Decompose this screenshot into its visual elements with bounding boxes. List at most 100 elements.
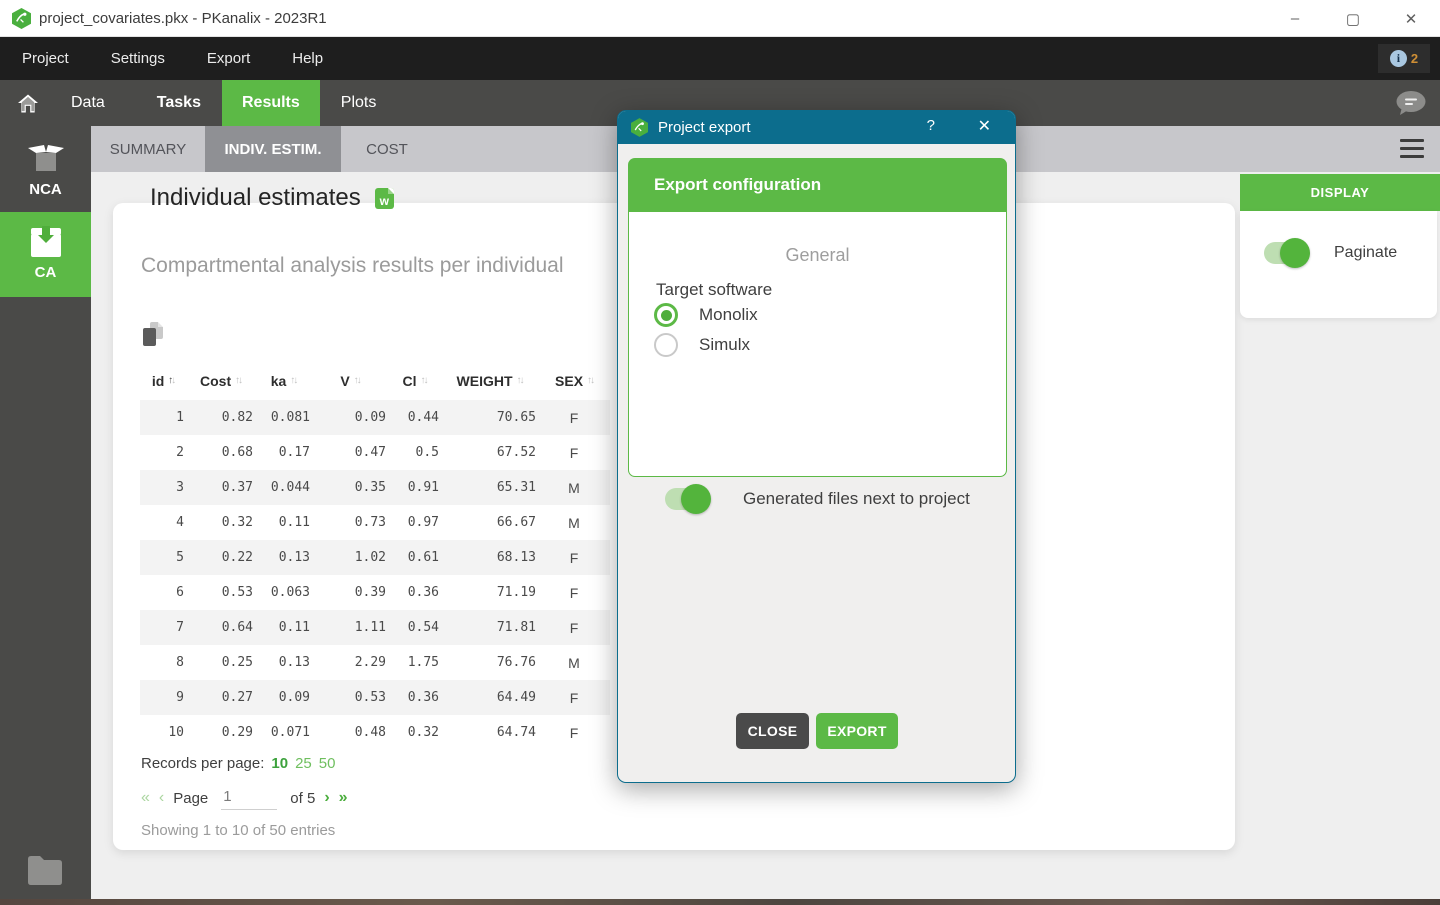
tab-tasks[interactable]: Tasks <box>137 80 221 126</box>
pagination: Records per page: 10 25 50 « ‹ Page of 5… <box>141 755 348 839</box>
prev-page-button[interactable]: ‹ <box>159 789 164 807</box>
generated-files-toggle[interactable] <box>665 488 709 510</box>
table-row: 40.320.110.730.9766.67M <box>140 505 610 540</box>
notifications-badge[interactable]: i 2 <box>1378 44 1430 73</box>
table-cell: 1.75 <box>388 645 441 680</box>
closed-box-icon <box>29 226 63 258</box>
table-cell: 71.19 <box>441 575 538 610</box>
table-cell: 7 <box>140 610 186 645</box>
general-section-label: General <box>629 245 1006 266</box>
menu-help[interactable]: Help <box>292 50 323 67</box>
last-page-button[interactable]: » <box>339 789 348 807</box>
table-cell: 0.11 <box>255 610 312 645</box>
subtab-summary[interactable]: SUMMARY <box>91 126 205 172</box>
desktop-edge <box>0 899 1440 905</box>
table-cell: 0.09 <box>255 680 312 715</box>
table-cell: 0.61 <box>388 540 441 575</box>
export-word-icon[interactable]: w <box>375 188 394 209</box>
paginate-toggle[interactable] <box>1264 242 1308 264</box>
table-cell: 0.53 <box>186 575 255 610</box>
project-folder-button[interactable] <box>26 853 64 885</box>
entries-summary: Showing 1 to 10 of 50 entries <box>141 822 348 839</box>
sort-arrows-icon: ↑↓ <box>168 375 174 386</box>
menu-export[interactable]: Export <box>207 50 250 67</box>
table-cell: 64.74 <box>441 715 538 750</box>
menu-settings[interactable]: Settings <box>111 50 165 67</box>
table-cell: 66.67 <box>441 505 538 540</box>
table-cell: 1 <box>140 400 186 435</box>
next-page-button[interactable]: › <box>324 789 329 807</box>
radio-simulx-label: Simulx <box>699 335 750 355</box>
minimize-button[interactable]: – <box>1266 0 1324 37</box>
menu-bar: Project Settings Export Help i 2 <box>0 37 1440 80</box>
table-cell: 0.68 <box>186 435 255 470</box>
table-cell: 0.32 <box>186 505 255 540</box>
sort-arrows-icon: ↑↓ <box>420 375 426 386</box>
window-title: project_covariates.pkx - PKanalix - 2023… <box>39 10 327 27</box>
records-option-50[interactable]: 50 <box>319 755 336 772</box>
column-header-cl[interactable]: Cl ↑↓ <box>388 362 441 400</box>
table-cell: 10 <box>140 715 186 750</box>
home-button[interactable] <box>18 80 38 126</box>
panel-menu-button[interactable] <box>1400 139 1424 163</box>
table-cell: 0.09 <box>312 400 388 435</box>
sidebar-item-nca[interactable]: NCA <box>0 133 91 212</box>
column-header-id[interactable]: id ↑↓ <box>140 362 186 400</box>
subtab-indiv-estim[interactable]: INDIV. ESTIM. <box>205 126 341 172</box>
dialog-help-button[interactable]: ? <box>927 117 935 134</box>
radio-simulx[interactable]: Simulx <box>654 333 750 357</box>
table-cell: 76.76 <box>441 645 538 680</box>
radio-monolix[interactable]: Monolix <box>654 303 758 327</box>
table-cell: 4 <box>140 505 186 540</box>
records-option-25[interactable]: 25 <box>295 755 312 772</box>
dialog-close-icon[interactable]: ✕ <box>978 116 991 136</box>
tab-data[interactable]: Data <box>51 80 125 126</box>
table-cell: F <box>538 575 610 610</box>
open-box-icon <box>28 145 64 175</box>
analysis-sidebar: NCA CA <box>0 126 91 899</box>
feedback-button[interactable] <box>1395 90 1426 117</box>
column-header-v[interactable]: V ↑↓ <box>312 362 388 400</box>
page-label: Page <box>173 790 208 807</box>
column-header-ka[interactable]: ka ↑↓ <box>255 362 312 400</box>
export-button[interactable]: EXPORT <box>816 713 898 749</box>
speech-bubble-icon <box>1395 90 1426 117</box>
close-button[interactable]: ✕ <box>1382 0 1440 37</box>
copy-table-button[interactable] <box>143 322 165 346</box>
table-cell: M <box>538 470 610 505</box>
column-header-sex[interactable]: SEX ↑↓ <box>538 362 610 400</box>
tab-plots[interactable]: Plots <box>321 80 397 126</box>
info-icon: i <box>1390 50 1407 67</box>
maximize-button[interactable]: ▢ <box>1324 0 1382 37</box>
table-row: 30.370.0440.350.9165.31M <box>140 470 610 505</box>
table-cell: 71.81 <box>441 610 538 645</box>
table-cell: M <box>538 505 610 540</box>
table-cell: 0.32 <box>388 715 441 750</box>
sidebar-item-label: CA <box>35 264 57 281</box>
first-page-button[interactable]: « <box>141 789 150 807</box>
paginate-toggle-label: Paginate <box>1334 244 1397 262</box>
folder-icon <box>26 853 64 885</box>
column-header-cost[interactable]: Cost ↑↓ <box>186 362 255 400</box>
sidebar-item-label: NCA <box>29 181 62 198</box>
sort-arrows-icon: ↑↓ <box>290 375 296 386</box>
subtab-cost[interactable]: COST <box>341 126 433 172</box>
table-cell: F <box>538 435 610 470</box>
close-button[interactable]: CLOSE <box>736 713 809 749</box>
page-of-label: of 5 <box>290 790 315 807</box>
page-number-input[interactable] <box>221 786 277 810</box>
table-cell: M <box>538 645 610 680</box>
dialog-titlebar: Project export ? ✕ <box>618 111 1015 144</box>
menu-project[interactable]: Project <box>22 50 69 67</box>
table-cell: 0.11 <box>255 505 312 540</box>
sidebar-item-ca[interactable]: CA <box>0 212 91 297</box>
table-cell: 3 <box>140 470 186 505</box>
tab-results[interactable]: Results <box>222 80 320 126</box>
column-header-weight[interactable]: WEIGHT ↑↓ <box>441 362 538 400</box>
table-cell: 0.48 <box>312 715 388 750</box>
records-option-10[interactable]: 10 <box>271 755 288 772</box>
export-configuration-title: Export configuration <box>654 175 821 195</box>
table-cell: 0.13 <box>255 645 312 680</box>
table-subtitle: Compartmental analysis results per indiv… <box>141 254 564 278</box>
table-cell: 0.35 <box>312 470 388 505</box>
